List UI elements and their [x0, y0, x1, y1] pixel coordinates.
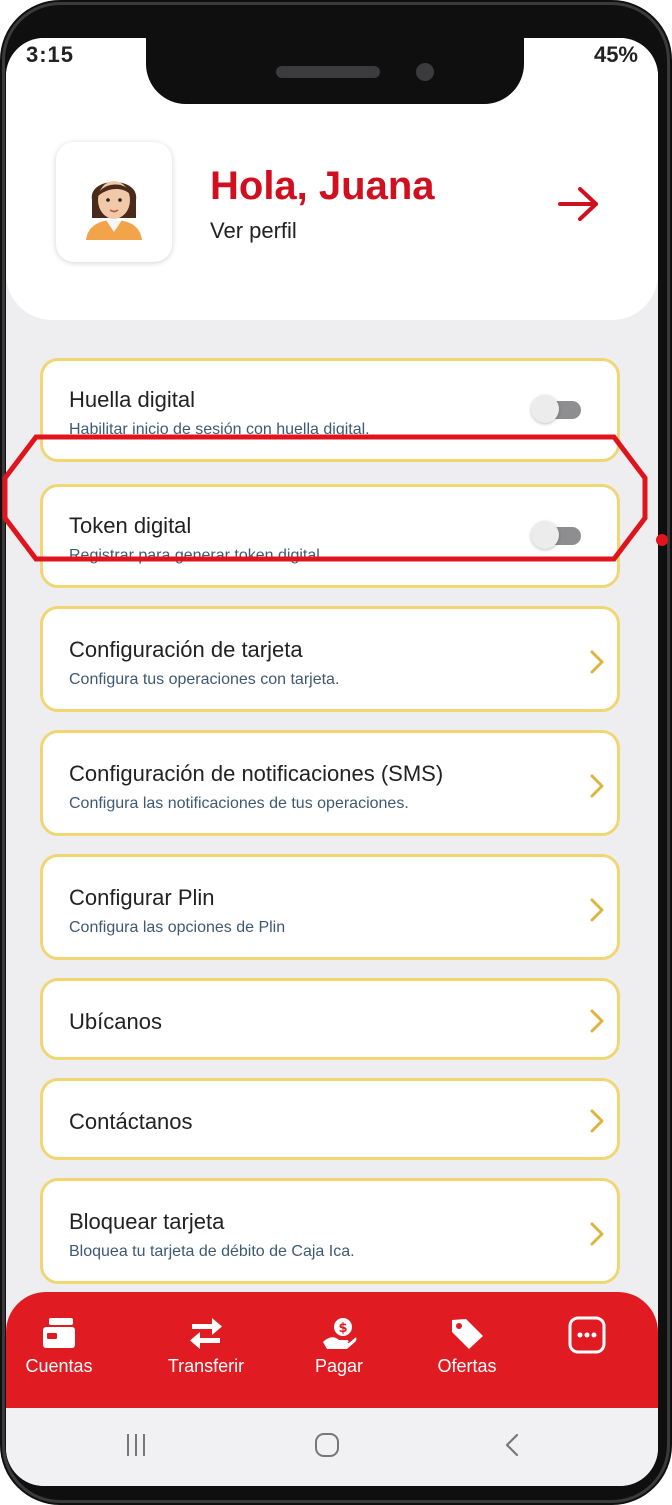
arrow-right-icon[interactable]: [556, 184, 602, 224]
chevron-right-icon: [590, 1222, 604, 1246]
nav-label: Transferir: [167, 1356, 245, 1376]
chevron-right-icon: [590, 1109, 604, 1133]
menu-item-title: Bloquear tarjeta: [69, 1209, 225, 1234]
bottom-nav: Cuentas Transferir $ Pagar Ofertas: [6, 1292, 658, 1408]
svg-text:$: $: [338, 1321, 347, 1336]
nav-item-transfer[interactable]: Transferir: [151, 1316, 261, 1377]
setting-token[interactable]: Token digital Registrar para generar tok…: [40, 484, 620, 588]
setting-fingerprint[interactable]: Huella digital Habilitar inicio de sesió…: [40, 358, 620, 462]
menu-item-title: Configurar Plin: [69, 885, 215, 910]
chevron-right-icon: [590, 650, 604, 674]
nav-item-pay[interactable]: $ Pagar: [284, 1316, 394, 1377]
setting-title: Huella digital: [69, 387, 195, 412]
menu-item-block-card[interactable]: Bloquear tarjeta Bloquea tu tarjeta de d…: [40, 1178, 620, 1284]
toggle-knob: [531, 395, 559, 423]
menu-item-contact[interactable]: Contáctanos: [40, 1078, 620, 1160]
battery-level: 45%: [593, 42, 638, 67]
home-icon[interactable]: [312, 1430, 342, 1460]
nav-item-accounts[interactable]: Cuentas: [6, 1316, 114, 1377]
recent-apps-icon[interactable]: [124, 1430, 148, 1460]
view-profile-link[interactable]: Ver perfil: [210, 218, 297, 244]
toggle-knob: [531, 521, 559, 549]
setting-title: Token digital: [69, 513, 192, 538]
annotation-pointer-dot: [656, 534, 668, 546]
transfer-arrows-icon: [190, 1318, 222, 1349]
camera-notch: [146, 38, 524, 104]
menu-item-locate[interactable]: Ubícanos: [40, 978, 620, 1060]
menu-item-title: Configuración de tarjeta: [69, 637, 303, 662]
user-avatar-icon: [86, 181, 142, 240]
front-camera: [416, 63, 434, 81]
nav-label: Cuentas: [25, 1356, 93, 1376]
menu-item-title: Contáctanos: [69, 1109, 193, 1134]
token-toggle[interactable]: [531, 521, 583, 549]
menu-item-plin[interactable]: Configurar Plin Configura las opciones d…: [40, 854, 620, 960]
chevron-right-icon: [590, 1009, 604, 1033]
menu-item-subtitle: Bloquea tu tarjeta de débito de Caja Ica…: [69, 1243, 355, 1260]
fingerprint-toggle[interactable]: [531, 395, 583, 423]
app-screen: Hola, Juana Ver perfil 3:15 45% Huella d…: [6, 38, 658, 1486]
menu-item-subtitle: Configura las opciones de Plin: [69, 919, 286, 936]
system-nav-bar: [6, 1408, 658, 1486]
menu-item-subtitle: Configura las notificaciones de tus oper…: [69, 795, 409, 812]
setting-subtitle: Habilitar inicio de sesión con huella di…: [69, 421, 370, 438]
avatar[interactable]: [56, 142, 172, 262]
chevron-right-icon: [590, 774, 604, 798]
menu-item-title: Configuración de notificaciones (SMS): [69, 761, 444, 786]
menu-item-card-config[interactable]: Configuración de tarjeta Configura tus o…: [40, 606, 620, 712]
menu-item-title: Ubícanos: [69, 1009, 162, 1034]
speaker-grille: [276, 66, 380, 78]
nav-label: Ofertas: [437, 1356, 497, 1376]
nav-label: Pagar: [314, 1356, 364, 1376]
menu-item-notifications[interactable]: Configuración de notificaciones (SMS) Co…: [40, 730, 620, 836]
tag-icon: [452, 1319, 483, 1349]
chevron-right-icon: [590, 898, 604, 922]
setting-subtitle: Registrar para generar token digital.: [69, 547, 325, 564]
status-time: 3:15: [26, 42, 75, 67]
back-icon[interactable]: [502, 1430, 522, 1460]
nav-item-offers[interactable]: Ofertas: [412, 1316, 522, 1377]
menu-item-subtitle: Configura tus operaciones con tarjeta.: [69, 671, 340, 688]
more-dots-icon[interactable]: [568, 1316, 606, 1354]
pay-hand-coin-icon: $: [323, 1318, 357, 1349]
cards-icon: [43, 1318, 75, 1348]
greeting-title: Hola, Juana: [210, 164, 435, 208]
phone-frame: Hola, Juana Ver perfil 3:15 45% Huella d…: [0, 0, 672, 1505]
